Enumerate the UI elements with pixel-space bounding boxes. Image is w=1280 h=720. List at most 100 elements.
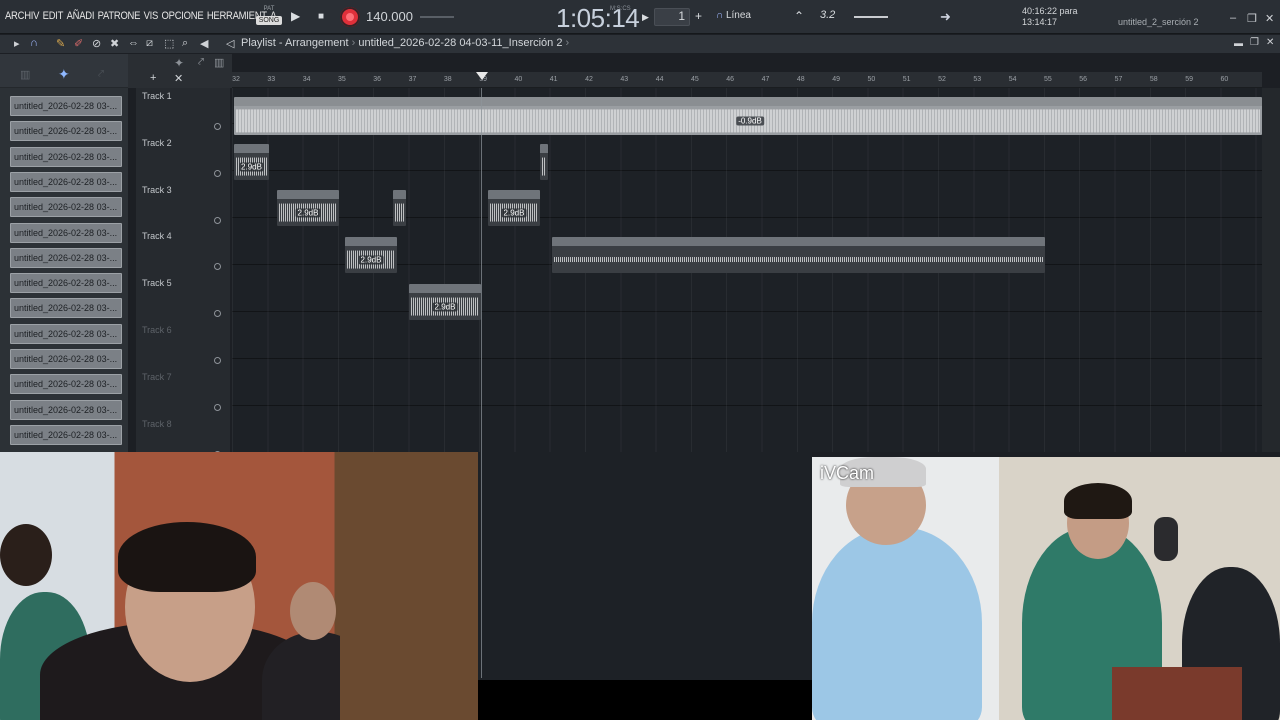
browser-clip-item[interactable]: untitled_2026-02-28 03-...: [10, 146, 122, 167]
select-icon[interactable]: ⬚: [164, 37, 174, 50]
browser-clip-item[interactable]: untitled_2026-02-28 03-...: [10, 298, 122, 319]
track-name-1[interactable]: Track 1: [142, 91, 172, 101]
stop-icon[interactable]: ■: [318, 11, 324, 22]
menu-vista[interactable]: VIS: [144, 10, 159, 22]
menu-patrones[interactable]: PATRONE: [98, 10, 141, 22]
add-track-icon[interactable]: +: [150, 72, 156, 84]
audio-clip-track5[interactable]: untitled..rción 2 2.9dB: [409, 284, 481, 320]
track-name-2[interactable]: Track 2: [142, 138, 172, 148]
zoom-icon[interactable]: ⌕: [182, 37, 188, 50]
browser-grid-icon[interactable]: ▥: [20, 68, 30, 81]
menu-anadir[interactable]: AÑADI: [67, 10, 95, 22]
timeline-ruler[interactable]: 32 33 34 35 36 37 38 39 40 41 42 43 44 45 46 47 48 49 50 51…: [232, 72, 1262, 88]
header-grid-icon[interactable]: ▥: [214, 56, 224, 69]
browser-clip-item[interactable]: untitled_2026-02-28 03-...: [10, 424, 122, 445]
delete-icon[interactable]: ⊘: [92, 37, 101, 50]
slip-icon[interactable]: ⇔: [128, 37, 139, 49]
track-name-3[interactable]: Track 3: [142, 185, 172, 195]
playhead-marker[interactable]: [476, 72, 488, 80]
browser-clip-item[interactable]: untitled_2026-02-28 03-...: [10, 222, 122, 243]
pattern-selector[interactable]: 1: [654, 8, 690, 26]
browser-clip-item[interactable]: untitled_2026-02-28 03-...: [10, 96, 122, 116]
audio-clip-track3-b[interactable]: [393, 190, 406, 226]
track-enable-toggle[interactable]: [214, 123, 221, 130]
playlist-nav-icon[interactable]: ◁: [226, 37, 234, 50]
browser-clip-item[interactable]: untitled_2026-02-28 03-...: [10, 399, 122, 420]
track-enable-toggle[interactable]: [214, 169, 221, 177]
audio-clip-track3-a[interactable]: untitl..ción 2 2.9dB: [277, 190, 339, 226]
track-enable-toggle[interactable]: [214, 263, 221, 271]
play-icon[interactable]: ▶: [291, 9, 300, 23]
playlist-vertical-scrollbar[interactable]: [1262, 88, 1280, 452]
track-enable-toggle[interactable]: [214, 403, 221, 411]
black-bar: [478, 680, 812, 720]
clip-waveform: [395, 203, 404, 222]
pattern-prev-icon[interactable]: ▶: [642, 12, 649, 23]
step-edit-label[interactable]: 3.2: [820, 9, 835, 21]
pat-song-toggle[interactable]: PAT SONG: [256, 6, 282, 28]
arrow-right-icon[interactable]: ➜: [940, 9, 951, 25]
browser-clip-item[interactable]: untitled_2026-02-28 03-...: [10, 197, 122, 218]
header-wave-icon[interactable]: ✦: [174, 56, 184, 70]
playlist-maximize-icon[interactable]: ❐: [1250, 37, 1259, 48]
playlist-grid[interactable]: BXA #118 -0.9dB unt..2 2.9dB untitl..ció…: [232, 88, 1264, 452]
browser-clip-item[interactable]: untitled_2026-02-28 03-...: [10, 171, 122, 192]
ruler-tick-label: 42: [585, 76, 593, 83]
paint-icon[interactable]: ✐: [74, 37, 83, 50]
pencil-icon[interactable]: ✎: [56, 37, 65, 50]
ruler-tick-label: 37: [408, 76, 417, 83]
close-icon[interactable]: ✕: [1265, 12, 1274, 25]
slice-icon[interactable]: ⧄: [146, 37, 153, 50]
audio-clip-track3-c[interactable]: untit..ón 2 2.9dB: [488, 190, 540, 226]
track-name-6[interactable]: Track 6: [142, 325, 172, 335]
add-pattern-icon[interactable]: +: [695, 9, 702, 23]
maximize-icon[interactable]: ❐: [1247, 12, 1257, 25]
browser-clip-item[interactable]: untitled_2026-02-28 03-...: [10, 323, 122, 344]
playlist-menu-arrow-icon[interactable]: ▸: [14, 37, 20, 50]
track-name-7[interactable]: Track 7: [142, 372, 172, 382]
record-button[interactable]: [340, 7, 360, 27]
browser-clip-item[interactable]: untitled_2026-02-28 03-...: [10, 349, 122, 369]
speaker-icon[interactable]: ◀: [200, 37, 208, 50]
playlist-close-icon[interactable]: ✕: [1266, 37, 1274, 48]
browser-clip-item[interactable]: untitled_2026-02-28 03-...: [10, 273, 122, 294]
snap-label: Línea: [725, 10, 751, 21]
metronome-icon[interactable]: ⌃: [794, 9, 804, 23]
ruler-tick-label: 60: [1220, 76, 1229, 83]
audio-clip-track1[interactable]: BXA #118 -0.9dB: [234, 97, 1262, 135]
master-pitch-slider[interactable]: [420, 16, 454, 18]
browser-wave-icon[interactable]: ✦: [58, 66, 70, 83]
browser-header: ▥ ✦ ⤤: [0, 54, 128, 88]
track-enable-toggle[interactable]: [214, 310, 221, 318]
menu-edit[interactable]: EDIT: [43, 10, 64, 22]
track-name-4[interactable]: Track 4: [142, 231, 172, 241]
browser-clip-item[interactable]: untitled_2026-02-28 03-...: [10, 374, 122, 395]
track-name-8[interactable]: Track 8: [142, 419, 172, 429]
tempo-display[interactable]: 140.000: [366, 9, 413, 24]
audio-clip-track4-a[interactable]: untit..ón 2 2.9dB: [345, 237, 397, 273]
browser-clip-item[interactable]: untitled_2026-02-28 03-...: [10, 121, 122, 142]
track-enable-toggle[interactable]: [214, 216, 221, 224]
menu-opciones[interactable]: OPCIONE: [162, 10, 204, 22]
clip-label: untit..ón 2: [347, 237, 383, 246]
playlist-minimize-icon[interactable]: ▬: [1234, 38, 1243, 48]
header-link-icon[interactable]: ⤤: [198, 56, 204, 69]
browser-clip-item[interactable]: untitled_2026-02-28 03-...: [10, 247, 122, 268]
time-format-label: M:S:CS: [610, 6, 631, 12]
ruler-tick-label: 52: [938, 76, 946, 83]
clip-waveform: [554, 256, 1043, 263]
menu-archivo[interactable]: ARCHIV: [5, 10, 39, 22]
snap-selector[interactable]: ∩ Línea: [716, 10, 751, 21]
master-volume-slider[interactable]: [854, 16, 888, 18]
audio-clip-track4-b[interactable]: untitled_2026-02-28 04-03-11_Inserción 2: [552, 237, 1045, 273]
audio-clip-track2-small[interactable]: [540, 144, 548, 180]
magnet-snap-icon[interactable]: ∩: [30, 37, 38, 49]
track-enable-toggle[interactable]: [214, 357, 221, 364]
track-name-5[interactable]: Track 5: [142, 278, 172, 288]
browser-link-icon[interactable]: ⤤: [98, 68, 104, 81]
audio-clip-track2[interactable]: unt..2 2.9dB: [234, 144, 269, 180]
minimize-icon[interactable]: –: [1230, 12, 1236, 24]
remove-track-icon[interactable]: ✕: [174, 72, 183, 85]
mute-icon[interactable]: ✖: [110, 37, 119, 50]
playlist-toolbar: ▸ ∩ ✎ ✐ ⊘ ✖ ⇔ ⧄ ⬚ ⌕ ◀ ◁ Playlist - Arran…: [0, 35, 1280, 53]
